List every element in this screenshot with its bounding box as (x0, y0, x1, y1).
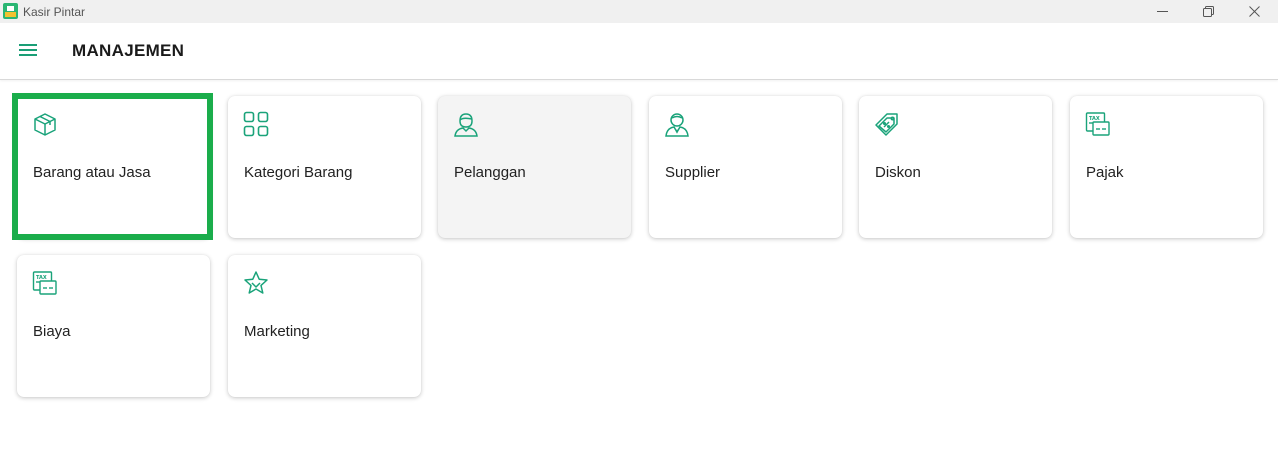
customer-icon (454, 113, 478, 137)
card-barang-atau-jasa[interactable]: Barang atau Jasa (17, 96, 210, 238)
restore-icon (1202, 6, 1214, 17)
page-title: MANAJEMEN (72, 41, 185, 60)
svg-text:TAX: TAX (1089, 116, 1100, 122)
window-title: Kasir Pintar (23, 5, 86, 19)
tax-icon: TAX (1085, 112, 1110, 136)
card-label: Marketing (244, 323, 310, 340)
minimize-icon (1156, 11, 1168, 12)
star-icon (244, 271, 268, 294)
card-label: Biaya (33, 323, 71, 340)
expense-icon: TAX (32, 271, 57, 295)
card-kategori-barang[interactable]: Kategori Barang (228, 96, 421, 238)
svg-text:TAX: TAX (36, 275, 47, 281)
card-biaya[interactable]: TAX Biaya (17, 255, 210, 397)
card-supplier[interactable]: Supplier (649, 96, 842, 238)
menu-icon[interactable] (17, 41, 39, 59)
card-label: Kategori Barang (244, 164, 353, 181)
card-marketing[interactable]: Marketing (228, 255, 421, 397)
card-label: Diskon (875, 164, 921, 181)
card-label: Supplier (665, 164, 721, 181)
app-logo-icon (3, 3, 18, 19)
box-icon (34, 113, 56, 136)
close-button[interactable] (1231, 0, 1277, 23)
card-label: Pajak (1086, 164, 1124, 181)
card-label: Barang atau Jasa (33, 164, 151, 181)
window-titlebar: Kasir Pintar (0, 0, 1278, 23)
restore-button[interactable] (1185, 0, 1231, 23)
grid-icon (243, 111, 269, 137)
card-pelanggan[interactable]: Pelanggan (438, 96, 631, 238)
supplier-icon (665, 113, 689, 137)
card-diskon[interactable]: Diskon (859, 96, 1052, 238)
discount-tag-icon (875, 113, 898, 136)
app-header: MANAJEMEN (0, 23, 1278, 80)
card-pajak[interactable]: TAX Pajak (1070, 96, 1263, 238)
minimize-button[interactable] (1139, 0, 1185, 23)
card-label: Pelanggan (454, 164, 526, 181)
close-icon (1248, 6, 1260, 17)
